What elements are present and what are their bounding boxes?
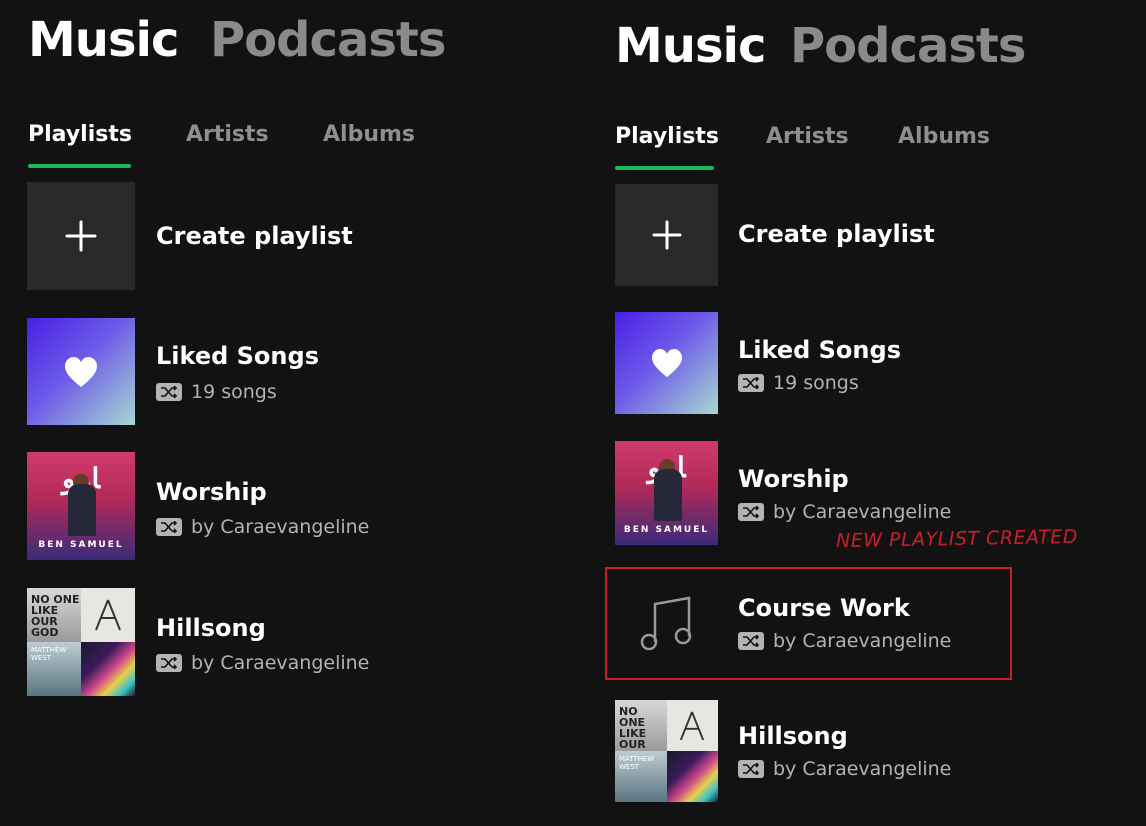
- worship-art-text: BEN SAMUEL: [623, 525, 710, 535]
- shuffle-icon: [738, 760, 764, 778]
- mosaic-cell: NO ONE LIKE OUR GOD: [27, 588, 81, 642]
- playlist-title: Liked Songs: [156, 342, 319, 370]
- heart-icon: [651, 348, 682, 378]
- hillsong-mosaic-art: NO ONE LIKE OUR GOD MATTHEW WEST: [27, 588, 135, 696]
- tab-music[interactable]: Music: [28, 12, 179, 68]
- playlist-title: Worship: [738, 465, 849, 493]
- mosaic-cell: NO ONE LIKE OUR GOD: [615, 700, 667, 751]
- music-note-icon: [640, 596, 691, 651]
- playlist-subtitle: by Caraevangeline: [156, 516, 369, 538]
- list-item[interactable]: NO ONE LIKE OUR GOD MATTHEW WEST Hillson…: [0, 588, 560, 698]
- playlist-title: Hillsong: [156, 614, 266, 642]
- worship-album-art: ﺎﻣﻮ BEN SAMUEL: [615, 441, 718, 545]
- playlist-title: Liked Songs: [738, 336, 901, 364]
- create-playlist-label: Create playlist: [738, 220, 935, 248]
- liked-songs-art: [615, 312, 718, 414]
- course-work-art: [615, 572, 718, 674]
- worship-art-figure: [68, 484, 97, 536]
- list-item[interactable]: Liked Songs 19 songs: [0, 318, 560, 426]
- subtab-albums[interactable]: Albums: [323, 122, 415, 147]
- worship-art-text: BEN SAMUEL: [38, 540, 124, 550]
- mosaic-cell: [81, 642, 135, 696]
- playlist-subtitle-text: 19 songs: [191, 381, 277, 403]
- playlist-subtitle-text: by Caraevangeline: [191, 652, 370, 674]
- library-screen-before: Music Podcasts Playlists Artists Albums …: [0, 0, 580, 826]
- create-playlist-label: Create playlist: [156, 222, 353, 250]
- mosaic-cell: MATTHEW WEST: [27, 642, 81, 696]
- shuffle-icon: [738, 632, 764, 650]
- hillsong-mosaic-art: NO ONE LIKE OUR GOD MATTHEW WEST: [615, 700, 718, 802]
- shuffle-icon: [738, 374, 764, 392]
- mosaic-cell: MATTHEW WEST: [615, 751, 667, 802]
- subtab-playlists[interactable]: Playlists: [28, 122, 132, 147]
- playlist-subtitle-text: 19 songs: [773, 372, 859, 394]
- subtab-artists[interactable]: Artists: [186, 122, 269, 147]
- tab-podcasts[interactable]: Podcasts: [210, 12, 446, 68]
- playlist-title: Course Work: [738, 594, 910, 622]
- plus-icon: [65, 220, 97, 252]
- create-playlist-row[interactable]: Create playlist: [588, 184, 1128, 288]
- plus-icon: [652, 220, 681, 250]
- shuffle-icon: [156, 518, 182, 536]
- mosaic-cell: [666, 751, 718, 802]
- create-playlist-row[interactable]: Create playlist: [0, 182, 560, 292]
- list-item[interactable]: Liked Songs 19 songs: [588, 312, 1128, 416]
- playlist-title: Hillsong: [738, 722, 848, 750]
- subtab-artists[interactable]: Artists: [766, 124, 849, 149]
- liked-songs-art: [27, 318, 135, 425]
- playlist-subtitle: 19 songs: [156, 381, 277, 403]
- playlist-title: Worship: [156, 478, 267, 506]
- mosaic-cell: [666, 700, 718, 751]
- worship-album-art: ﺎﻣﻮ BEN SAMUEL: [27, 452, 135, 560]
- playlist-subtitle: 19 songs: [738, 372, 859, 394]
- playlist-subtitle-text: by Caraevangeline: [773, 758, 952, 780]
- tab-music[interactable]: Music: [615, 18, 766, 74]
- mosaic-cell: [81, 588, 135, 642]
- create-playlist-thumb: [27, 182, 135, 290]
- list-item[interactable]: Course Work by Caraevangeline: [588, 572, 1128, 676]
- subtab-playlists[interactable]: Playlists: [615, 124, 719, 149]
- list-item[interactable]: NO ONE LIKE OUR GOD MATTHEW WEST Hillson…: [588, 700, 1128, 804]
- playlist-subtitle-text: by Caraevangeline: [191, 516, 370, 538]
- list-item[interactable]: ﺎﻣﻮ BEN SAMUEL Worship by Caraevangeline: [0, 452, 560, 562]
- new-playlist-annotation: NEW PLAYLIST CREATED: [835, 525, 1079, 553]
- worship-art-figure: [654, 469, 683, 521]
- playlist-subtitle: by Caraevangeline: [156, 652, 369, 674]
- active-tab-indicator: [28, 164, 131, 168]
- subtab-albums[interactable]: Albums: [898, 124, 990, 149]
- create-playlist-thumb: [615, 184, 718, 286]
- playlist-subtitle-text: by Caraevangeline: [773, 630, 952, 652]
- playlist-subtitle-text: by Caraevangeline: [773, 501, 952, 523]
- shuffle-icon: [156, 383, 182, 401]
- active-tab-indicator: [615, 166, 714, 170]
- library-screen-after: Music Podcasts Playlists Artists Albums …: [588, 0, 1146, 826]
- playlist-subtitle: by Caraevangeline: [738, 630, 951, 652]
- playlist-subtitle: by Caraevangeline: [738, 758, 951, 780]
- tab-podcasts[interactable]: Podcasts: [790, 18, 1026, 74]
- heart-icon: [65, 356, 97, 387]
- playlist-subtitle: by Caraevangeline: [738, 501, 951, 523]
- shuffle-icon: [156, 654, 182, 672]
- shuffle-icon: [738, 503, 764, 521]
